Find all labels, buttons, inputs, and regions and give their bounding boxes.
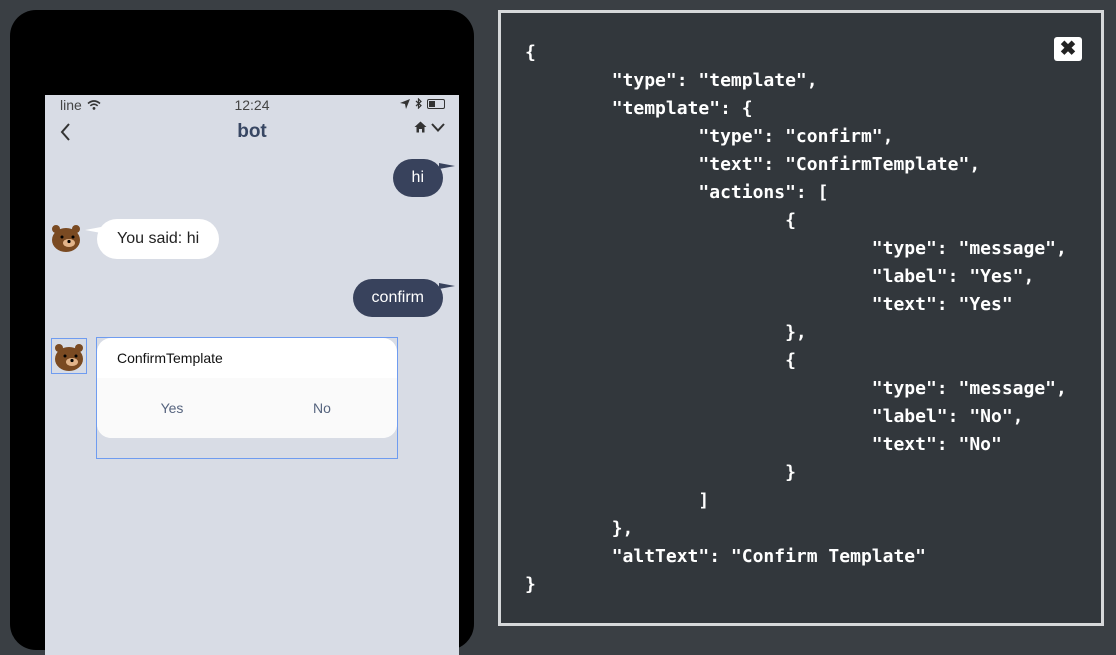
status-time: 12:24	[234, 97, 270, 113]
code-line: "actions": [	[525, 182, 829, 203]
confirm-template-card: ConfirmTemplate Yes No	[97, 338, 397, 438]
confirm-no-button[interactable]: No	[247, 378, 397, 438]
code-line: {	[525, 210, 796, 231]
confirm-template-selection: ConfirmTemplate Yes No	[96, 337, 398, 459]
bot-avatar[interactable]	[49, 220, 83, 254]
confirm-template-text: ConfirmTemplate	[117, 350, 223, 366]
chevron-down-icon[interactable]	[431, 122, 445, 132]
confirm-actions: Yes No	[97, 378, 397, 438]
location-arrow-icon	[400, 98, 410, 109]
chat-screen: line 12:24 bot hi You said: hi confirm C…	[45, 95, 459, 655]
bluetooth-icon	[415, 98, 422, 109]
user-message-bubble: confirm	[352, 279, 456, 317]
code-line: }	[525, 574, 536, 595]
phone-frame: line 12:24 bot hi You said: hi confirm C…	[10, 10, 474, 655]
chat-title: bot	[237, 121, 267, 142]
code-line: "text": "ConfirmTemplate",	[525, 154, 981, 175]
json-code-block: { "type": "template", "template": { "typ…	[525, 39, 1067, 599]
status-bar: line 12:24	[45, 95, 459, 115]
home-icon[interactable]	[414, 121, 427, 133]
code-line: "type": "message",	[525, 378, 1067, 399]
code-line: "text": "No"	[525, 434, 1002, 455]
code-line: "type": "message",	[525, 238, 1067, 259]
code-line: },	[525, 322, 807, 343]
code-line: "template": {	[525, 98, 753, 119]
json-code-panel: ✖ { "type": "template", "template": { "t…	[498, 10, 1104, 626]
code-line: },	[525, 518, 634, 539]
code-line: "type": "template",	[525, 70, 818, 91]
code-line: "altText": "Confirm Template"	[525, 546, 926, 567]
code-line: {	[525, 42, 536, 63]
battery-icon	[427, 98, 445, 109]
confirm-yes-button[interactable]: Yes	[97, 378, 247, 438]
code-line: "label": "Yes",	[525, 266, 1035, 287]
bot-message-bubble: You said: hi	[84, 219, 220, 259]
code-line: "text": "Yes"	[525, 294, 1013, 315]
code-line: "label": "No",	[525, 406, 1024, 427]
code-line: "type": "confirm",	[525, 126, 894, 147]
code-line: ]	[525, 490, 710, 511]
code-line: {	[525, 350, 796, 371]
user-message-bubble: hi	[392, 159, 456, 197]
chat-header: bot	[45, 117, 459, 147]
code-line: }	[525, 462, 796, 483]
bot-avatar[interactable]	[51, 338, 87, 374]
